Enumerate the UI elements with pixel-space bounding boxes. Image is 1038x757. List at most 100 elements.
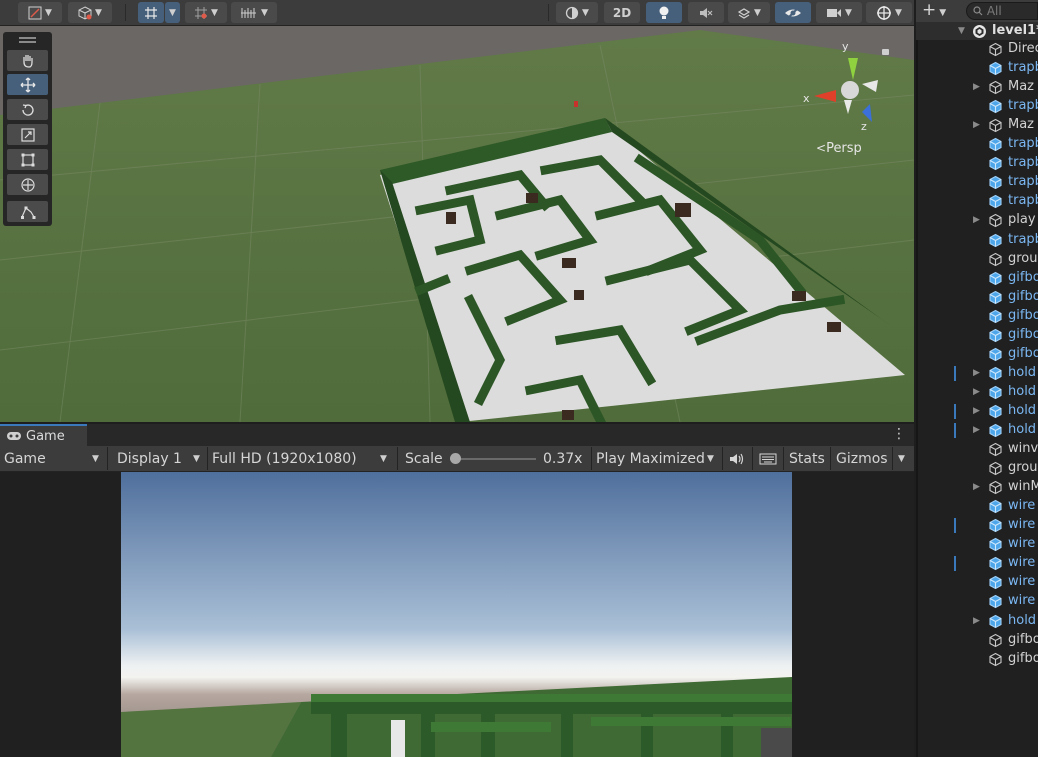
hierarchy-row[interactable]: ▶ Maz bbox=[916, 78, 1038, 97]
hierarchy-row[interactable]: wire bbox=[916, 573, 1038, 592]
rotate-tool-icon[interactable] bbox=[7, 99, 48, 120]
transform-tool-icon[interactable] bbox=[7, 174, 48, 195]
lighting-button[interactable] bbox=[646, 2, 682, 23]
snap-increment-button[interactable]: ▼ bbox=[185, 2, 227, 23]
hierarchy-row[interactable]: gifbo bbox=[916, 631, 1038, 650]
expand-arrow-icon[interactable]: ▶ bbox=[973, 215, 980, 225]
view-select[interactable]: Game ▼ bbox=[4, 449, 104, 469]
override-marker bbox=[954, 365, 956, 381]
scene-root-row[interactable]: ▼ level1* bbox=[916, 22, 1038, 40]
hierarchy-row[interactable]: wire bbox=[916, 535, 1038, 554]
gizmos-dropdown[interactable]: ▼ bbox=[898, 449, 905, 469]
hand-tool-icon[interactable] bbox=[7, 50, 48, 71]
drag-handle-icon[interactable] bbox=[19, 37, 36, 39]
stats-button[interactable]: Stats bbox=[789, 449, 825, 469]
shading-button[interactable]: ▼ bbox=[68, 2, 112, 23]
hierarchy-row[interactable]: ▶ hold bbox=[916, 402, 1038, 421]
tab-game[interactable]: Game bbox=[0, 424, 87, 446]
expand-arrow-icon[interactable]: ▶ bbox=[973, 406, 980, 416]
search-icon bbox=[973, 6, 983, 16]
hierarchy-row[interactable]: grou bbox=[916, 250, 1038, 269]
hierarchy-row[interactable]: winv bbox=[916, 440, 1038, 459]
hierarchy-row[interactable]: ▶ hold bbox=[916, 383, 1038, 402]
hierarchy-row[interactable]: wire bbox=[916, 554, 1038, 573]
hierarchy-row[interactable]: gifbo bbox=[916, 650, 1038, 669]
add-object-label: + bbox=[922, 0, 937, 20]
hierarchy-row[interactable]: gifbo bbox=[916, 269, 1038, 288]
hierarchy-row[interactable]: gifbo bbox=[916, 307, 1038, 326]
gizmo-button[interactable]: ▼ bbox=[866, 2, 912, 23]
expand-arrow-icon[interactable]: ▶ bbox=[973, 82, 980, 92]
gameobject-cube-icon bbox=[989, 633, 1002, 647]
expand-arrow-icon[interactable]: ▶ bbox=[973, 616, 980, 626]
scale-slider[interactable] bbox=[450, 458, 536, 460]
orientation-gizmo[interactable]: y x z <Persp bbox=[800, 40, 900, 165]
rect-tool-icon[interactable] bbox=[7, 149, 48, 170]
game-tabbar bbox=[0, 424, 914, 446]
scale-slider-thumb[interactable] bbox=[450, 453, 461, 464]
hierarchy-row[interactable]: gifbo bbox=[916, 326, 1038, 345]
hierarchy-row-label: Maz bbox=[1008, 79, 1035, 95]
custom-tool-icon[interactable] bbox=[7, 201, 48, 222]
gameobject-cube-icon bbox=[989, 119, 1002, 133]
mode-2d-button[interactable]: 2D bbox=[604, 2, 640, 23]
camera-button[interactable]: ▼ bbox=[816, 2, 862, 23]
gizmos-button[interactable]: Gizmos bbox=[836, 449, 888, 469]
projection-label[interactable]: <Persp bbox=[816, 141, 862, 156]
gameobject-cube-icon bbox=[989, 442, 1002, 457]
grid-snap-button[interactable] bbox=[138, 2, 164, 23]
hierarchy-row[interactable]: grou bbox=[916, 459, 1038, 478]
expand-arrow-icon[interactable]: ▶ bbox=[973, 368, 980, 378]
hierarchy-row[interactable]: ▶ winM bbox=[916, 478, 1038, 497]
hierarchy-row-label: trapb bbox=[1008, 155, 1038, 171]
hierarchy-row[interactable]: wire bbox=[916, 592, 1038, 611]
hierarchy-row[interactable]: trapb bbox=[916, 154, 1038, 173]
hierarchy-row[interactable]: gifbo bbox=[916, 288, 1038, 307]
hierarchy-row[interactable]: ▶ play bbox=[916, 211, 1038, 230]
display-select[interactable]: Display 1 ▼ bbox=[117, 449, 205, 469]
lock-icon[interactable] bbox=[882, 49, 889, 55]
orientation-button[interactable]: ▼ bbox=[556, 2, 598, 23]
hierarchy-row[interactable]: gifbo bbox=[916, 345, 1038, 364]
hierarchy-row[interactable]: trapb bbox=[916, 173, 1038, 192]
hierarchy-row[interactable]: trapb bbox=[916, 135, 1038, 154]
expand-arrow-icon[interactable]: ▶ bbox=[973, 482, 980, 492]
scale-tool-icon[interactable] bbox=[7, 124, 48, 145]
hierarchy-row[interactable]: trapb bbox=[916, 59, 1038, 78]
hierarchy-search-input[interactable]: All bbox=[966, 2, 1038, 20]
collapse-arrow-icon[interactable]: ▼ bbox=[958, 26, 965, 36]
audio-button[interactable] bbox=[688, 2, 724, 23]
hierarchy-row[interactable]: trapb bbox=[916, 231, 1038, 250]
hierarchy-row[interactable]: trapb bbox=[916, 192, 1038, 211]
hierarchy-row[interactable]: ▶ hold bbox=[916, 364, 1038, 383]
play-mode-select[interactable]: Play Maximized ▼ bbox=[596, 449, 718, 469]
hierarchy-row[interactable]: wire bbox=[916, 516, 1038, 535]
hierarchy-row-label: gifbo bbox=[1008, 269, 1038, 285]
scene-viewport[interactable] bbox=[0, 0, 914, 422]
render-debug-button[interactable]: ▼ bbox=[231, 2, 277, 23]
scene-view[interactable]: y x z <Persp bbox=[0, 0, 914, 422]
hierarchy-row-label: Direc bbox=[1008, 41, 1038, 56]
visibility-button[interactable] bbox=[775, 2, 811, 23]
hierarchy-row-label: hold bbox=[1008, 422, 1037, 437]
hierarchy-row[interactable]: ▶ hold bbox=[916, 612, 1038, 631]
move-tool-icon[interactable] bbox=[7, 74, 48, 95]
expand-arrow-icon[interactable]: ▶ bbox=[973, 387, 980, 397]
expand-arrow-icon[interactable]: ▶ bbox=[973, 120, 980, 130]
hierarchy-row-label: trapb bbox=[1008, 174, 1038, 190]
hierarchy-row[interactable]: ▶ hold bbox=[916, 421, 1038, 440]
hierarchy-row[interactable]: Direc bbox=[916, 40, 1038, 59]
game-viewport[interactable] bbox=[121, 472, 792, 757]
hierarchy-row[interactable]: trapb bbox=[916, 97, 1038, 116]
effects-button[interactable]: ▼ bbox=[728, 2, 770, 23]
shortcuts-button[interactable] bbox=[759, 449, 777, 469]
panel-menu-icon[interactable]: ⋮ bbox=[892, 426, 906, 444]
expand-arrow-icon[interactable]: ▶ bbox=[973, 425, 980, 435]
draw-mode-button[interactable]: ▼ bbox=[18, 2, 62, 23]
resolution-select[interactable]: Full HD (1920x1080) ▼ bbox=[212, 449, 392, 469]
mute-audio-button[interactable] bbox=[729, 449, 745, 469]
grid-snap-dropdown[interactable]: ▼ bbox=[165, 2, 180, 23]
hierarchy-row[interactable]: ▶ Maz bbox=[916, 116, 1038, 135]
hierarchy-row[interactable]: wire bbox=[916, 497, 1038, 516]
add-object-button[interactable]: + ▼ bbox=[922, 0, 946, 20]
